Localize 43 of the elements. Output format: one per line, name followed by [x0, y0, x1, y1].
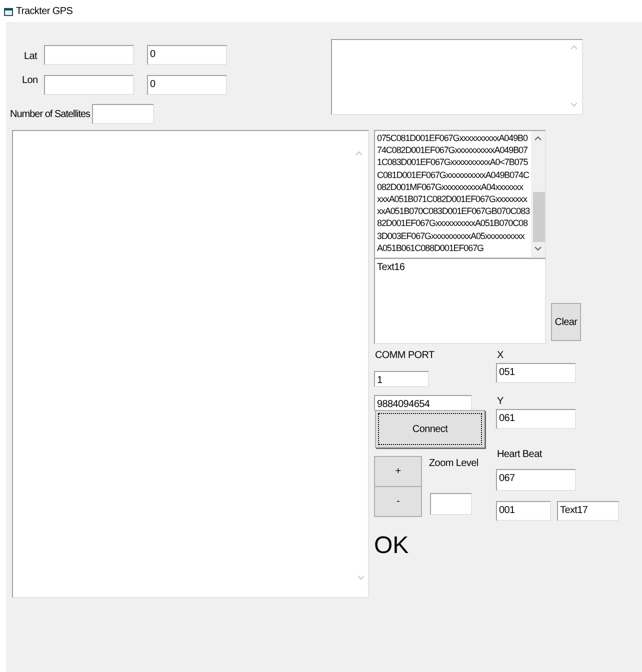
comm-port-field[interactable]: 1 [374, 371, 429, 387]
text17-field[interactable]: Text17 [557, 501, 619, 521]
lat-label: Lat [24, 51, 38, 63]
scroll-up-icon[interactable] [534, 135, 542, 142]
status-text: OK [374, 533, 409, 559]
log-line: A051B061C088D001EF067G [377, 242, 484, 254]
satellites-field[interactable] [92, 104, 154, 124]
scroll-down-icon[interactable] [534, 245, 542, 252]
zoom-in-button[interactable]: + [374, 456, 422, 487]
phone-field[interactable]: 9884094654 [374, 395, 472, 411]
log-box[interactable] [374, 130, 546, 258]
log-line: C081D001EF067GxxxxxxxxxxA049B074C [377, 168, 530, 181]
log-line: 3D003EF067GxxxxxxxxxxA05xxxxxxxxxx [377, 230, 526, 242]
log-line: 1C083D001EF067GxxxxxxxxxxA0<7B075 [377, 156, 529, 169]
lat-field[interactable] [44, 45, 134, 65]
zoom-level-field[interactable] [430, 493, 472, 515]
lon-field[interactable] [44, 75, 134, 95]
text16-field[interactable]: Text16 [374, 258, 546, 344]
x-field[interactable]: 051 [496, 363, 576, 383]
log-line: 082D001MF067GxxxxxxxxxxA04xxxxxxx [377, 180, 524, 194]
log-line: 075C081D001EF067GxxxxxxxxxxA049B0 [377, 132, 529, 144]
log-line: 74C082D001EF067GxxxxxxxxxxA049B07 [377, 144, 528, 156]
window-title: Trackter GPS [16, 6, 73, 18]
lon-label: Lon [22, 75, 38, 87]
connect-button[interactable]: Connect [375, 410, 485, 448]
x-label: X [497, 350, 504, 362]
zoom-level-label: Zoom Level [429, 458, 478, 470]
zoom-out-button[interactable]: - [374, 486, 422, 517]
clear-button[interactable]: Clear [551, 303, 581, 341]
lon-value-field[interactable]: 0 [147, 75, 227, 95]
log-line: 82D001EF067GxxxxxxxxxxA051B070C08 [377, 217, 529, 230]
lat-value-field[interactable]: 0 [147, 45, 227, 65]
y-label: Y [497, 396, 504, 408]
satellites-label: Number of Satellites [10, 109, 90, 121]
app-icon [4, 8, 13, 16]
y-field[interactable]: 061 [496, 409, 576, 429]
heart-beat-label: Heart Beat [497, 449, 542, 461]
comm-port-label: COMM PORT [375, 350, 434, 362]
value-field[interactable]: 001 [496, 501, 551, 521]
log-line: xxA051B070C083D001EF067GB070C083 [377, 205, 530, 218]
scroll-thumb[interactable] [533, 192, 545, 242]
heart-beat-field[interactable]: 067 [496, 469, 576, 491]
log-line: xxxA051B071C082D001EF067Gxxxxxxxx [377, 193, 528, 206]
